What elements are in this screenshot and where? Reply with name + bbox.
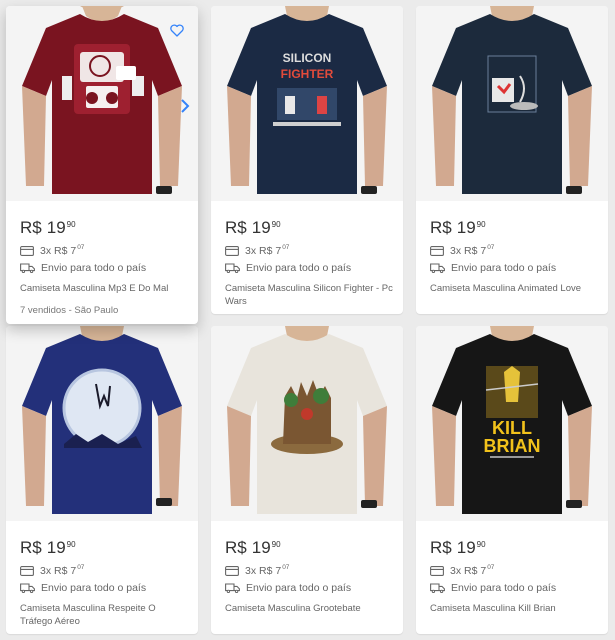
product-card[interactable]: KILL BRIAN R$ 19 90 3x R$ 7 07 Envio para… [416, 326, 608, 634]
product-image[interactable] [416, 6, 608, 201]
price-integer: 19 [456, 218, 476, 237]
price-currency: R$ [430, 538, 452, 557]
shipping-text: Envio para todo o país [41, 261, 147, 274]
shipping: Envio para todo o país [225, 259, 393, 276]
price: R$ 19 90 [225, 538, 393, 562]
installments: 3x R$ 7 07 [430, 562, 598, 579]
shipping-text: Envio para todo o país [451, 261, 557, 274]
installments-text: 3x R$ 7 [40, 244, 77, 257]
product-image[interactable] [6, 6, 198, 201]
product-image[interactable] [6, 326, 198, 521]
truck-icon [20, 262, 35, 273]
product-card[interactable]: R$ 19 90 3x R$ 7 07 Envio para todo o paí… [211, 326, 403, 634]
price-currency: R$ [20, 538, 42, 557]
installments-cents: 07 [282, 244, 290, 251]
price-integer: 19 [46, 218, 66, 237]
price: R$ 19 90 [430, 538, 598, 562]
product-image[interactable] [211, 326, 403, 521]
truck-icon [430, 582, 445, 593]
installments-text: 3x R$ 7 [40, 564, 77, 577]
card-icon [430, 565, 444, 576]
installments-text: 3x R$ 7 [450, 244, 487, 257]
shipping-text: Envio para todo o país [41, 581, 147, 594]
shipping: Envio para todo o país [430, 259, 598, 276]
price: R$ 19 90 [225, 218, 393, 242]
price-cents: 90 [271, 540, 281, 549]
price-cents: 90 [271, 220, 281, 229]
heart-icon[interactable] [170, 24, 184, 37]
installments: 3x R$ 7 07 [20, 242, 188, 259]
shipping: Envio para todo o país [225, 579, 393, 596]
price-integer: 19 [251, 218, 271, 237]
card-icon [430, 245, 444, 256]
installments: 3x R$ 7 07 [20, 562, 188, 579]
shipping: Envio para todo o país [20, 579, 188, 596]
print-text-kill: KILL [492, 418, 532, 438]
installments-text: 3x R$ 7 [245, 564, 282, 577]
installments: 3x R$ 7 07 [225, 562, 393, 579]
product-card[interactable]: R$ 19 90 3x R$ 7 07 Envio para todo o paí… [6, 326, 198, 634]
price: R$ 19 90 [20, 218, 188, 242]
price: R$ 19 90 [430, 218, 598, 242]
price-integer: 19 [251, 538, 271, 557]
product-image[interactable]: SILICON FIGHTER [211, 6, 403, 201]
price-cents: 90 [66, 540, 76, 549]
shipping-text: Envio para todo o país [246, 581, 352, 594]
installments-cents: 07 [487, 244, 495, 251]
product-title[interactable]: Camiseta Masculina Grootebate [225, 602, 393, 615]
product-title[interactable]: Camiseta Masculina Kill Brian [430, 602, 598, 615]
price-cents: 90 [66, 220, 76, 229]
installments-cents: 07 [77, 564, 85, 571]
truck-icon [225, 262, 240, 273]
shipping-text: Envio para todo o país [246, 261, 352, 274]
product-title[interactable]: Camiseta Masculina Respeite O Tráfego Aé… [20, 602, 188, 628]
installments-text: 3x R$ 7 [450, 564, 487, 577]
product-title[interactable]: Camiseta Masculina Animated Love [430, 282, 598, 295]
price-currency: R$ [225, 538, 247, 557]
price-cents: 90 [476, 220, 486, 229]
installments: 3x R$ 7 07 [430, 242, 598, 259]
installments-text: 3x R$ 7 [245, 244, 282, 257]
product-card[interactable]: R$ 19 90 3x R$ 7 07 Envio para todo o paí… [416, 6, 608, 314]
product-title[interactable]: Camiseta Masculina Mp3 E Do Mal [20, 282, 188, 295]
price-integer: 19 [46, 538, 66, 557]
price-currency: R$ [225, 218, 247, 237]
card-icon [225, 245, 239, 256]
price-cents: 90 [476, 540, 486, 549]
product-card[interactable]: R$ 19 90 3x R$ 7 07 Envio para todo o paí… [6, 6, 198, 324]
price: R$ 19 90 [20, 538, 188, 562]
shipping: Envio para todo o país [20, 259, 188, 276]
sales-location: 7 vendidos - São Paulo [20, 305, 119, 316]
price-currency: R$ [430, 218, 452, 237]
product-card[interactable]: SILICON FIGHTER R$ 19 90 3x R$ 7 07 Envio… [211, 6, 403, 314]
chevron-right-icon[interactable] [180, 98, 190, 114]
installments-cents: 07 [487, 564, 495, 571]
installments: 3x R$ 7 07 [225, 242, 393, 259]
print-text-fighter: FIGHTER [281, 67, 334, 81]
price-currency: R$ [20, 218, 42, 237]
print-text-brian: BRIAN [484, 436, 541, 456]
truck-icon [20, 582, 35, 593]
truck-icon [225, 582, 240, 593]
shipping-text: Envio para todo o país [451, 581, 557, 594]
truck-icon [430, 262, 445, 273]
card-icon [20, 565, 34, 576]
card-icon [20, 245, 34, 256]
shipping: Envio para todo o país [430, 579, 598, 596]
product-image[interactable]: KILL BRIAN [416, 326, 608, 521]
installments-cents: 07 [77, 244, 85, 251]
card-icon [225, 565, 239, 576]
product-title[interactable]: Camiseta Masculina Silicon Fighter - Pc … [225, 282, 393, 308]
price-integer: 19 [456, 538, 476, 557]
print-text-silicon: SILICON [283, 51, 332, 65]
installments-cents: 07 [282, 564, 290, 571]
